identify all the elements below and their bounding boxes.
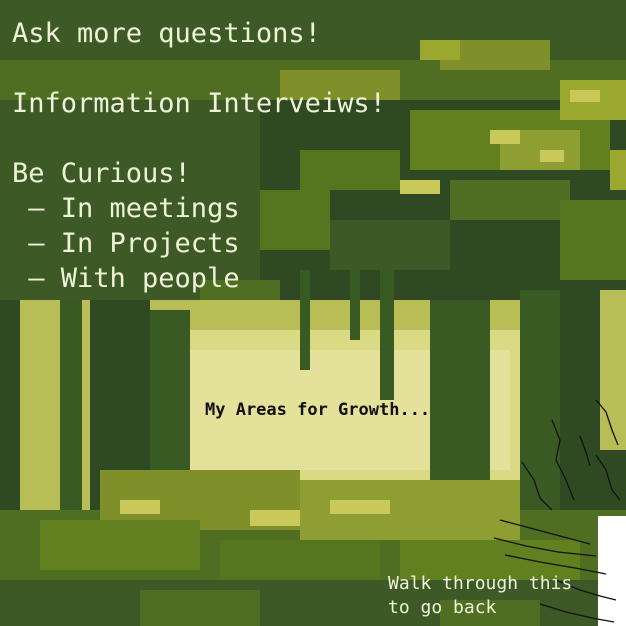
notes-line (12, 121, 386, 156)
notes-line: – In meetings (12, 193, 240, 224)
notes-line: – With people (12, 263, 240, 294)
exit-hint: Walk through this to go back (388, 572, 572, 620)
exit-portal[interactable] (598, 516, 626, 626)
notes-line (12, 51, 386, 86)
notes-text: Ask more questions! Information Intervei… (12, 16, 386, 296)
scene-title: My Areas for Growth... (205, 400, 431, 420)
notes-line: Information Interveiws! (12, 88, 386, 119)
notes-line: Ask more questions! (12, 18, 321, 49)
forest-scene: Ask more questions! Information Intervei… (0, 0, 626, 626)
exit-hint-line: Walk through this (388, 573, 573, 594)
exit-hint-line: to go back (388, 597, 497, 618)
notes-line: Be Curious! (12, 158, 191, 189)
notes-line: – In Projects (12, 228, 240, 259)
